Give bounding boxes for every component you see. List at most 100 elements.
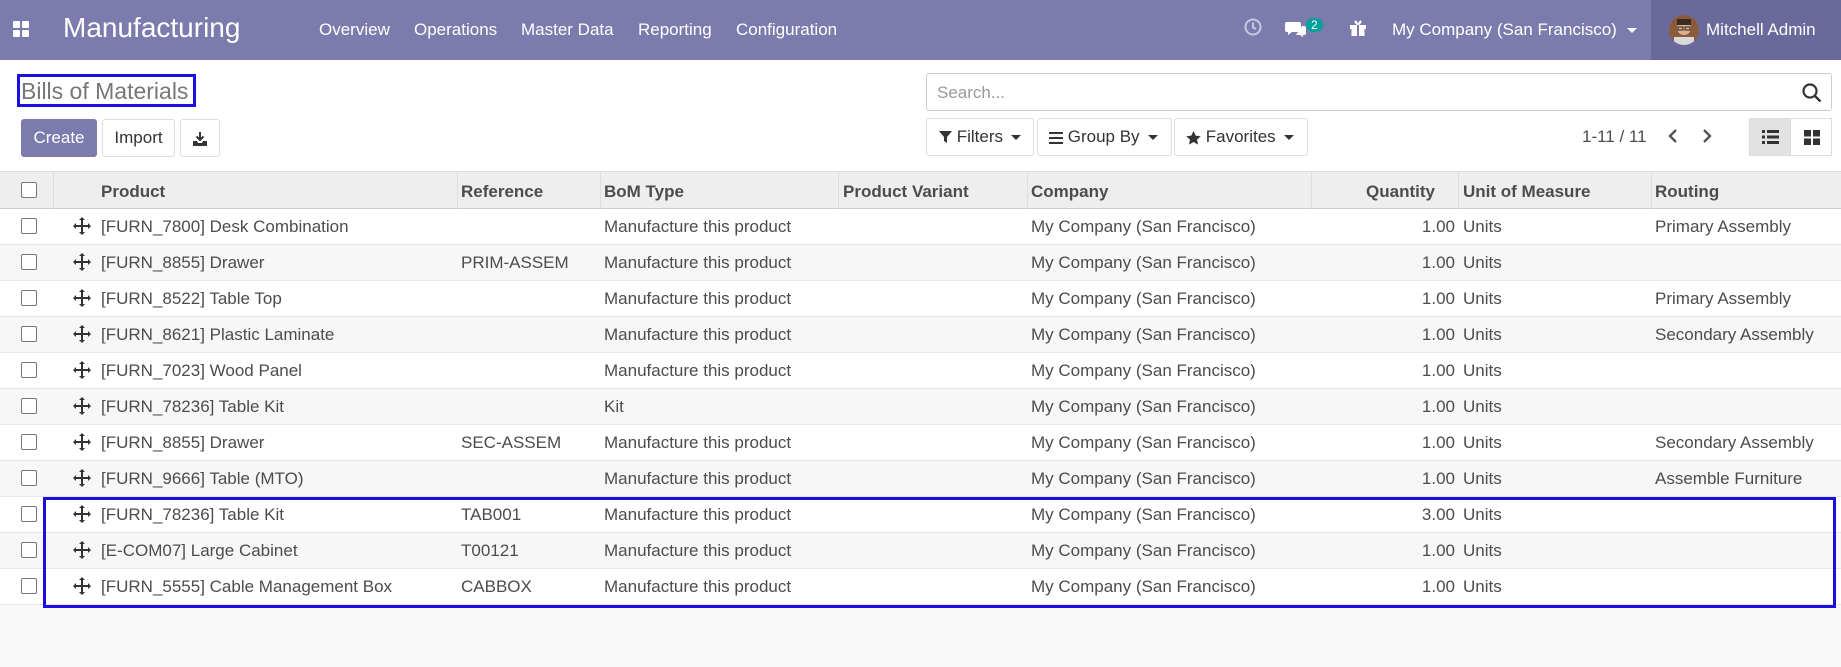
row-checkbox[interactable] (21, 290, 37, 306)
row-checkbox[interactable] (21, 254, 37, 270)
table-header: Product Reference BoM Type Product Varia… (0, 171, 1841, 209)
chevron-down-icon (1147, 135, 1158, 141)
cell-reference: SEC-ASSEM (461, 433, 562, 452)
cell-bom-type: Manufacture this product (604, 469, 792, 488)
cell-reference: TAB001 (461, 505, 522, 524)
table-row[interactable]: [FURN_78236] Table Kit TAB001 Manufacture … (0, 497, 1841, 533)
table-row[interactable]: [FURN_8855] Drawer SEC-ASSEM Manufacture t… (0, 425, 1841, 461)
table-row[interactable]: [FURN_5555] Cable Management Box CABBOX Ma… (0, 569, 1841, 605)
select-all-checkbox[interactable] (21, 182, 37, 198)
column-header-unit-of-measure[interactable]: Unit of Measure (1463, 182, 1591, 202)
messages-chat-icon[interactable] (1285, 20, 1307, 43)
row-checkbox[interactable] (21, 578, 37, 594)
drag-handle-icon[interactable] (73, 505, 91, 523)
row-checkbox[interactable] (21, 542, 37, 558)
cell-unit-of-measure: Units (1463, 577, 1502, 596)
kanban-view-button[interactable] (1790, 118, 1832, 156)
cell-quantity: 1.00 (1421, 397, 1455, 416)
cell-quantity: 3.00 (1421, 505, 1455, 524)
cell-bom-type: Kit (604, 397, 624, 416)
drag-handle-icon[interactable] (73, 577, 91, 595)
column-header-quantity[interactable]: Quantity (1315, 182, 1435, 202)
cell-bom-type: Manufacture this product (604, 217, 792, 236)
cell-product: [FURN_8855] Drawer (101, 253, 265, 272)
favorites-dropdown[interactable]: Favorites (1174, 118, 1308, 156)
cell-company: My Company (San Francisco) (1031, 433, 1256, 452)
pager-next-icon[interactable] (1701, 129, 1713, 148)
drag-handle-icon[interactable] (73, 217, 91, 235)
row-checkbox[interactable] (21, 398, 37, 414)
cell-product: [FURN_8522] Table Top (101, 289, 282, 308)
drag-handle-icon[interactable] (73, 361, 91, 379)
cell-quantity: 1.00 (1421, 289, 1455, 308)
table-row[interactable]: [FURN_8855] Drawer PRIM-ASSEM Manufacture … (0, 245, 1841, 281)
messages-count-badge: 2 (1306, 18, 1323, 32)
table-row[interactable]: [FURN_9666] Table (MTO) Manufacture this … (0, 461, 1841, 497)
cell-company: My Company (San Francisco) (1031, 397, 1256, 416)
row-checkbox[interactable] (21, 470, 37, 486)
cell-product: [FURN_5555] Cable Management Box (101, 577, 393, 596)
column-header-bom-type[interactable]: BoM Type (604, 182, 684, 202)
list-view-button[interactable] (1749, 118, 1791, 156)
table-row[interactable]: [FURN_78236] Table Kit Kit My Company (San… (0, 389, 1841, 425)
column-header-reference[interactable]: Reference (461, 182, 543, 202)
drag-handle-icon[interactable] (73, 325, 91, 343)
cell-company: My Company (San Francisco) (1031, 469, 1256, 488)
row-checkbox[interactable] (21, 506, 37, 522)
import-button[interactable]: Import (102, 119, 175, 157)
table-row[interactable]: [FURN_7800] Desk Combination Manufacture … (0, 209, 1841, 245)
cell-quantity: 1.00 (1421, 433, 1455, 452)
search-input[interactable] (935, 81, 1789, 105)
apps-menu-icon[interactable] (13, 21, 29, 37)
export-download-button[interactable] (180, 119, 220, 157)
company-name: My Company (San Francisco) (1392, 20, 1617, 39)
user-menu[interactable]: Mitchell Admin (1651, 0, 1841, 60)
column-header-product-variant[interactable]: Product Variant (843, 182, 969, 202)
app-title[interactable]: Manufacturing (63, 12, 240, 44)
row-checkbox[interactable] (21, 362, 37, 378)
filters-dropdown[interactable]: Filters (926, 118, 1034, 156)
column-header-product[interactable]: Product (101, 182, 165, 202)
search-icon[interactable] (1802, 83, 1822, 108)
pager-previous-icon[interactable] (1667, 129, 1679, 148)
menu-master-data[interactable]: Master Data (521, 20, 614, 40)
drag-handle-icon[interactable] (73, 253, 91, 271)
chevron-down-icon (1011, 135, 1022, 141)
filter-funnel-icon (939, 127, 952, 146)
table-row[interactable]: [FURN_7023] Wood Panel Manufacture this p… (0, 353, 1841, 389)
cell-bom-type: Manufacture this product (604, 289, 792, 308)
row-checkbox[interactable] (21, 218, 37, 234)
create-button[interactable]: Create (21, 119, 97, 157)
cell-product: [FURN_8621] Plastic Laminate (101, 325, 335, 344)
cell-bom-type: Manufacture this product (604, 253, 792, 272)
cell-bom-type: Manufacture this product (604, 433, 792, 452)
cell-product: [FURN_7800] Desk Combination (101, 217, 349, 236)
drag-handle-icon[interactable] (73, 541, 91, 559)
row-checkbox[interactable] (21, 326, 37, 342)
menu-configuration[interactable]: Configuration (736, 20, 837, 40)
cell-unit-of-measure: Units (1463, 325, 1502, 344)
menu-reporting[interactable]: Reporting (638, 20, 712, 40)
groupby-dropdown[interactable]: Group By (1037, 118, 1172, 156)
search-box (926, 73, 1832, 111)
menu-overview[interactable]: Overview (319, 20, 390, 40)
company-switcher[interactable]: My Company (San Francisco) (1392, 20, 1637, 40)
drag-handle-icon[interactable] (73, 433, 91, 451)
cell-company: My Company (San Francisco) (1031, 289, 1256, 308)
table-row[interactable]: [FURN_8621] Plastic Laminate Manufacture … (0, 317, 1841, 353)
drag-handle-icon[interactable] (73, 469, 91, 487)
column-header-routing[interactable]: Routing (1655, 182, 1719, 202)
table-row[interactable]: [FURN_8522] Table Top Manufacture this pr… (0, 281, 1841, 317)
chevron-down-icon (1283, 135, 1294, 141)
drag-handle-icon[interactable] (73, 289, 91, 307)
menu-operations[interactable]: Operations (414, 20, 497, 40)
cell-product: [FURN_9666] Table (MTO) (101, 469, 304, 488)
row-checkbox[interactable] (21, 434, 37, 450)
activity-clock-icon[interactable] (1244, 18, 1262, 41)
column-header-company[interactable]: Company (1031, 182, 1108, 202)
table-row[interactable]: [E-COM07] Large Cabinet T00121 Manufacture… (0, 533, 1841, 569)
drag-handle-icon[interactable] (73, 397, 91, 415)
pager-value[interactable]: 1-11 / 11 (1582, 127, 1647, 147)
gift-icon[interactable] (1349, 19, 1367, 42)
cell-product: [FURN_78236] Table Kit (101, 505, 285, 524)
